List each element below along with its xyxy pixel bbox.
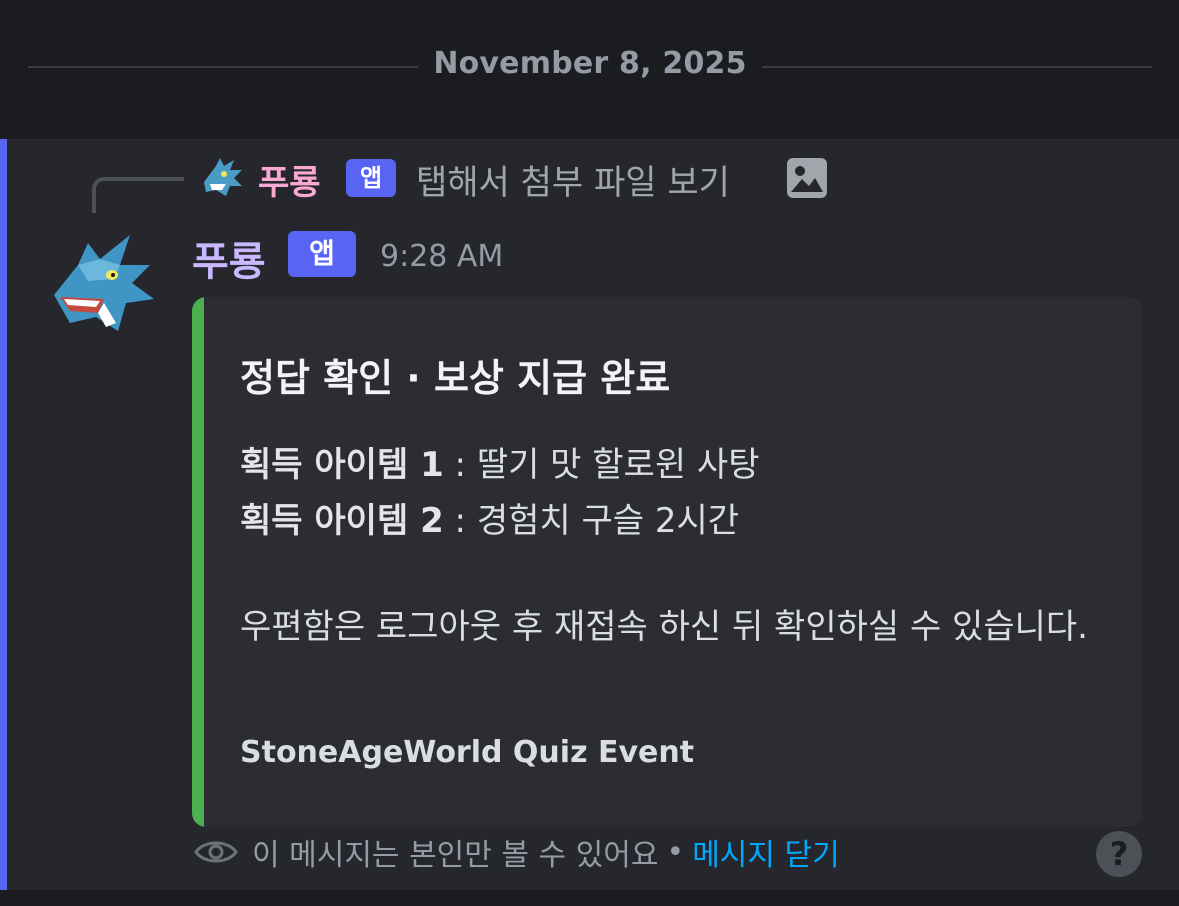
divider-line-left (28, 66, 418, 68)
embed-item-separator: : (443, 501, 477, 541)
embed-item-separator: : (443, 445, 477, 485)
reply-spine (92, 177, 184, 213)
date-divider-label: November 8, 2025 (433, 46, 747, 81)
embed-accent-bar (192, 297, 204, 827)
author-name[interactable]: 푸룡 (192, 229, 266, 287)
embed-item-row: 획득 아이템 1 : 딸기 맛 할로윈 사탕 (240, 437, 759, 486)
embed-card: 정답 확인 · 보상 지급 완료 획득 아이템 1 : 딸기 맛 할로윈 사탕 … (192, 297, 1142, 827)
divider-line-right (762, 66, 1152, 68)
eye-icon (194, 837, 238, 867)
bottom-area (0, 890, 1179, 906)
image-icon[interactable] (786, 157, 828, 199)
reply-author-name[interactable]: 푸룡 (258, 155, 321, 204)
date-divider-area: November 8, 2025 (0, 0, 1179, 139)
ephemeral-text: 이 메시지는 본인만 볼 수 있어요 (252, 838, 659, 873)
embed-item-label: 획득 아이템 2 (240, 501, 444, 541)
avatar[interactable] (44, 219, 160, 341)
help-icon[interactable]: ? (1096, 831, 1142, 877)
ephemeral-notice: 이 메시지는 본인만 볼 수 있어요 • 메시지 닫기 (194, 829, 840, 875)
embed-footer: StoneAgeWorld Quiz Event (240, 735, 695, 770)
message-row[interactable]: 푸룡 앱 탭해서 첨부 파일 보기 푸룡 앱 9:28 AM 정답 확인 · 보… (0, 139, 1179, 890)
embed-item-value: 딸기 맛 할로윈 사탕 (476, 445, 760, 485)
embed-item-row: 획득 아이템 2 : 경험치 구슬 2시간 (240, 493, 739, 542)
embed-notice: 우편함은 로그아웃 후 재접속 하신 뒤 확인하실 수 있습니다. (240, 607, 1088, 647)
reply-app-tag: 앱 (346, 159, 396, 197)
embed-title: 정답 확인 · 보상 지급 완료 (240, 356, 671, 400)
dismiss-message-link[interactable]: 메시지 닫기 (692, 830, 840, 874)
embed-item-value: 경험치 구슬 2시간 (476, 501, 740, 541)
app-tag: 앱 (288, 231, 356, 277)
highlight-bar (0, 139, 7, 890)
timestamp[interactable]: 9:28 AM (380, 239, 503, 274)
embed-item-label: 획득 아이템 1 (240, 445, 444, 485)
ephemeral-separator: • (666, 834, 685, 870)
reply-preview-text[interactable]: 탭해서 첨부 파일 보기 (416, 155, 730, 204)
reply-avatar[interactable] (196, 152, 248, 204)
